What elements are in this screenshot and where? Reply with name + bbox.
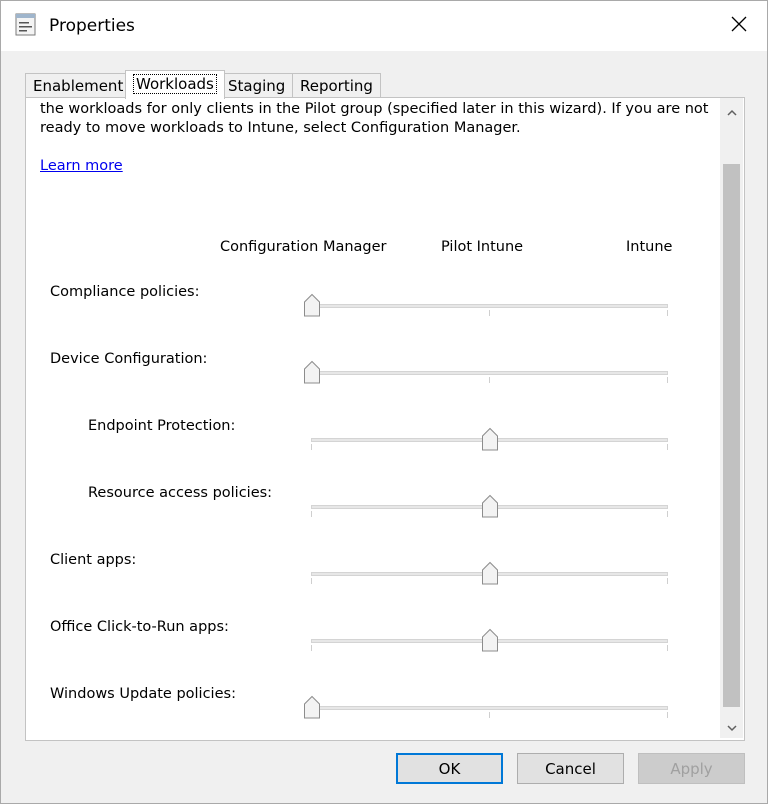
close-icon bbox=[731, 16, 747, 36]
tab-label: Workloads bbox=[133, 74, 217, 94]
chevron-up-icon bbox=[726, 101, 737, 120]
column-pilot-intune: Pilot Intune bbox=[441, 239, 524, 255]
tab-enablement[interactable]: Enablement bbox=[25, 73, 132, 98]
cancel-button[interactable]: Cancel bbox=[517, 753, 624, 784]
title-bar: Properties bbox=[1, 1, 767, 51]
tab-staging[interactable]: Staging bbox=[220, 73, 294, 98]
slider-tick bbox=[667, 578, 668, 584]
slider-tick bbox=[489, 310, 490, 316]
tab-reporting[interactable]: Reporting bbox=[292, 73, 381, 98]
properties-icon bbox=[14, 13, 38, 37]
scroll-up-button[interactable] bbox=[720, 98, 743, 122]
column-intune: Intune bbox=[626, 239, 673, 255]
workload-label: Office Click-to-Run apps: bbox=[50, 619, 229, 635]
tab-label: Enablement bbox=[33, 77, 124, 95]
workload-label: Compliance policies: bbox=[50, 284, 200, 300]
apply-button[interactable]: Apply bbox=[638, 753, 745, 784]
slider-tick bbox=[667, 444, 668, 450]
window-title: Properties bbox=[49, 16, 135, 36]
chevron-down-icon bbox=[726, 717, 737, 736]
tab-workloads[interactable]: Workloads bbox=[125, 70, 225, 99]
close-button[interactable] bbox=[717, 5, 761, 47]
tab-label: Reporting bbox=[300, 77, 373, 95]
workload-label: Endpoint Protection: bbox=[88, 418, 236, 434]
slider-track[interactable] bbox=[311, 371, 668, 375]
vertical-scrollbar[interactable] bbox=[720, 98, 743, 738]
workload-label: Windows Update policies: bbox=[50, 686, 236, 702]
slider-tick bbox=[311, 645, 312, 651]
slider-tick bbox=[667, 377, 668, 383]
slider-thumb[interactable] bbox=[303, 360, 321, 384]
slider-tick bbox=[311, 444, 312, 450]
slider-tick bbox=[667, 511, 668, 517]
slider-thumb[interactable] bbox=[303, 293, 321, 317]
scroll-down-button[interactable] bbox=[720, 714, 743, 738]
slider-tick bbox=[311, 511, 312, 517]
slider-tick bbox=[489, 377, 490, 383]
column-configuration-manager: Configuration Manager bbox=[220, 239, 387, 255]
slider-thumb[interactable] bbox=[481, 494, 499, 518]
tab-label: Staging bbox=[228, 77, 286, 95]
slider-tick bbox=[667, 712, 668, 718]
slider-track[interactable] bbox=[311, 304, 668, 308]
slider-thumb[interactable] bbox=[481, 561, 499, 585]
slider-tick bbox=[489, 712, 490, 718]
properties-dialog: Properties Enablement Workloads Staging … bbox=[0, 0, 768, 804]
description-text: the workloads for only clients in the Pi… bbox=[40, 101, 709, 136]
slider-thumb[interactable] bbox=[303, 695, 321, 719]
slider-thumb[interactable] bbox=[481, 427, 499, 451]
slider-tick bbox=[667, 645, 668, 651]
workloads-panel: the workloads for only clients in the Pi… bbox=[25, 97, 745, 741]
slider-tick bbox=[667, 310, 668, 316]
slider-track[interactable] bbox=[311, 706, 668, 710]
workload-label: Device Configuration: bbox=[50, 351, 208, 367]
scrollbar-thumb[interactable] bbox=[723, 164, 740, 707]
workload-label: Client apps: bbox=[50, 552, 137, 568]
workload-label: Resource access policies: bbox=[88, 485, 273, 501]
ok-button[interactable]: OK bbox=[396, 753, 503, 784]
learn-more-link[interactable]: Learn more bbox=[40, 158, 123, 174]
slider-tick bbox=[311, 578, 312, 584]
slider-thumb[interactable] bbox=[481, 628, 499, 652]
